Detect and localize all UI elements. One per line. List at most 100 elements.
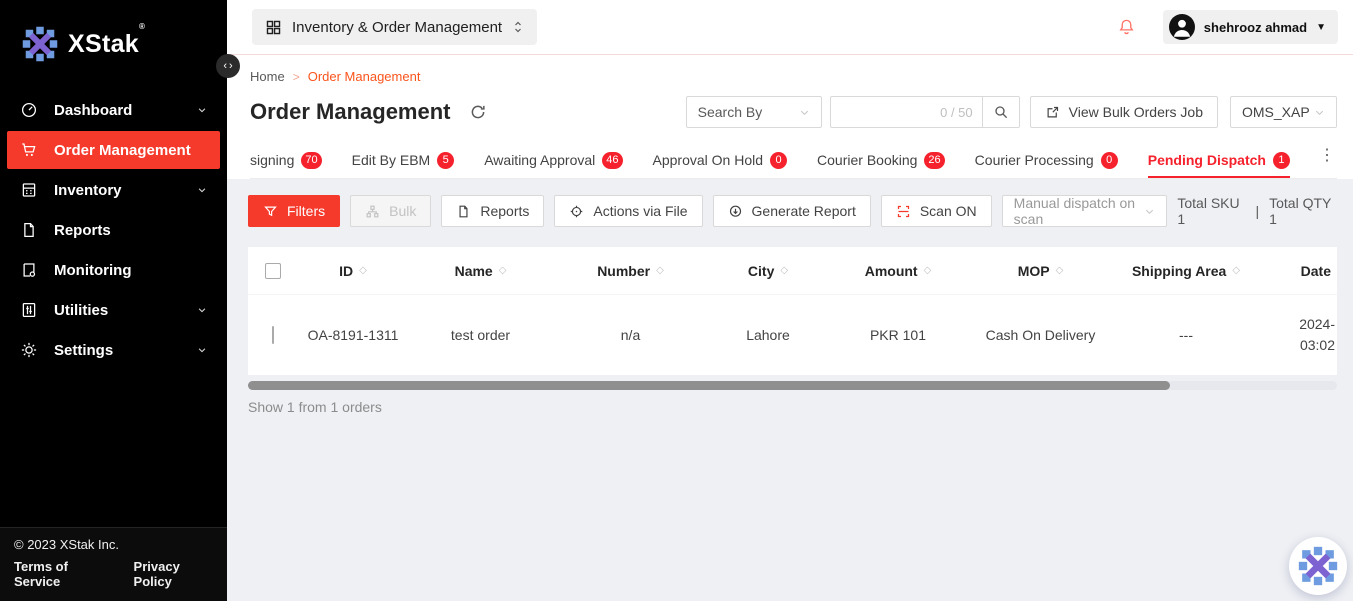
utilities-icon — [20, 301, 38, 319]
generate-report-button[interactable]: Generate Report — [713, 195, 871, 227]
tab-courier-booking[interactable]: Courier Booking 26 — [817, 142, 945, 178]
username: shehrooz ahmad — [1204, 20, 1307, 35]
column-header-amount[interactable]: Amount◇ — [828, 263, 968, 279]
cell-date: 2024- 03:02 — [1259, 314, 1337, 356]
column-header-date[interactable]: Date — [1259, 263, 1337, 279]
file-icon — [456, 204, 471, 219]
tab-awaiting-approval[interactable]: Awaiting Approval 46 — [484, 142, 622, 178]
privacy-policy-link[interactable]: Privacy Policy — [134, 559, 213, 589]
breadcrumb-home[interactable]: Home — [250, 69, 285, 84]
sidebar-menu: Dashboard Order Management Inventory Rep… — [0, 90, 227, 527]
sidebar-item-reports[interactable]: Reports — [0, 210, 227, 250]
column-header-mop[interactable]: MOP◇ — [968, 263, 1113, 279]
chevron-down-icon — [799, 107, 810, 118]
sidebar-item-label: Reports — [54, 222, 111, 239]
notification-bell-icon[interactable] — [1117, 18, 1136, 37]
cart-icon — [20, 141, 38, 159]
env-select[interactable]: OMS_XAP — [1230, 96, 1337, 128]
reports-label: Reports — [480, 203, 529, 219]
app-switcher[interactable]: Inventory & Order Management — [252, 9, 537, 45]
scrollbar-thumb[interactable] — [248, 381, 1170, 390]
totals-summary: Total SKU 1 | Total QTY 1 — [1177, 195, 1337, 227]
xstak-floating-button[interactable] — [1289, 537, 1347, 595]
person-icon — [1169, 14, 1195, 40]
column-header-name[interactable]: Name◇ — [408, 263, 553, 279]
filters-button[interactable]: Filters — [248, 195, 340, 227]
cell-number: n/a — [553, 327, 708, 343]
sidebar-item-order-management[interactable]: Order Management — [7, 131, 220, 169]
scan-on-button[interactable]: Scan ON — [881, 195, 992, 227]
cell-mop: Cash On Delivery — [968, 327, 1113, 343]
cell-name: test order — [408, 327, 553, 343]
tabs-scroll: signing 70 Edit By EBM 5 Awaiting Approv… — [250, 142, 1311, 178]
terms-of-service-link[interactable]: Terms of Service — [14, 559, 108, 589]
tab-courier-processing[interactable]: Courier Processing 0 — [975, 142, 1118, 178]
column-header-shipping-area[interactable]: Shipping Area◇ — [1113, 263, 1259, 279]
sort-icon[interactable]: ◇ — [1056, 265, 1064, 276]
tab-count-badge: 1 — [1273, 152, 1290, 169]
scan-on-label: Scan ON — [920, 203, 977, 219]
bulk-button[interactable]: Bulk — [350, 195, 431, 227]
search-by-value: Search By — [698, 104, 763, 120]
column-header-id[interactable]: ID◇ — [298, 263, 408, 279]
tab-count-badge: 0 — [770, 152, 787, 169]
table-row[interactable]: OA-8191-1311 test order n/a Lahore PKR 1… — [248, 295, 1337, 375]
user-menu[interactable]: shehrooz ahmad ▼ — [1163, 10, 1338, 44]
crosshair-icon — [569, 204, 584, 219]
refresh-icon[interactable] — [469, 103, 487, 121]
sidebar-item-label: Inventory — [54, 182, 122, 199]
sidebar-item-dashboard[interactable]: Dashboard — [0, 90, 227, 130]
view-bulk-orders-job-button[interactable]: View Bulk Orders Job — [1030, 96, 1218, 128]
sort-icon[interactable]: ◇ — [924, 265, 932, 276]
dispatch-mode-value: Manual dispatch on scan — [1014, 195, 1145, 227]
tabs-overflow-menu-icon[interactable]: ⋮ — [1311, 145, 1337, 175]
cell-id[interactable]: OA-8191-1311 — [298, 327, 408, 343]
tab-label: Courier Processing — [975, 152, 1094, 168]
search-input[interactable]: 0 / 50 — [830, 96, 982, 128]
registered-mark: ® — [139, 22, 145, 31]
date-line-2: 03:02 — [1259, 335, 1335, 356]
chevron-down-icon — [197, 102, 207, 119]
sidebar-item-label: Order Management — [54, 142, 191, 159]
content-body: Filters Bulk Reports Actions via File Ge… — [227, 179, 1353, 601]
totals-separator: | — [1255, 203, 1259, 219]
avatar — [1169, 14, 1195, 40]
tab-count-badge: 46 — [602, 152, 622, 169]
column-header-number[interactable]: Number◇ — [553, 263, 708, 279]
sidebar-item-settings[interactable]: Settings — [0, 330, 227, 370]
sort-icon[interactable]: ◇ — [1232, 265, 1240, 276]
dispatch-mode-select[interactable]: Manual dispatch on scan — [1002, 195, 1168, 227]
search-button[interactable] — [982, 96, 1020, 128]
column-header-city[interactable]: City◇ — [708, 263, 828, 279]
row-checkbox[interactable] — [272, 326, 274, 344]
tab-pending-dispatch[interactable]: Pending Dispatch 1 — [1148, 142, 1290, 178]
search-by-select[interactable]: Search By — [686, 96, 822, 128]
breadcrumb-current[interactable]: Order Management — [308, 69, 421, 84]
sidebar-item-utilities[interactable]: Utilities — [0, 290, 227, 330]
sidebar-item-monitoring[interactable]: Monitoring — [0, 250, 227, 290]
tab-count-badge: 5 — [437, 152, 454, 169]
tab-signing[interactable]: signing 70 — [250, 142, 322, 178]
chevron-down-icon — [197, 302, 207, 319]
horizontal-scrollbar[interactable] — [248, 381, 1337, 390]
sort-icon[interactable]: ◇ — [499, 265, 507, 276]
actions-via-file-button[interactable]: Actions via File — [554, 195, 702, 227]
sort-icon[interactable]: ◇ — [359, 265, 367, 276]
select-all-checkbox[interactable] — [265, 263, 281, 279]
status-tabs: signing 70 Edit By EBM 5 Awaiting Approv… — [250, 142, 1337, 179]
generate-report-label: Generate Report — [752, 203, 856, 219]
collapse-left-glyph: ‹ — [223, 60, 227, 72]
sidebar-collapse-toggle[interactable]: ‹ › — [216, 54, 240, 78]
tab-label: Approval On Hold — [653, 152, 764, 168]
tab-edit-by-ebm[interactable]: Edit By EBM 5 — [352, 142, 455, 178]
sort-icon[interactable]: ◇ — [780, 265, 788, 276]
sidebar-item-inventory[interactable]: Inventory — [0, 170, 227, 210]
gear-icon — [20, 341, 38, 359]
reports-button[interactable]: Reports — [441, 195, 544, 227]
toolbar: Filters Bulk Reports Actions via File Ge… — [248, 195, 1337, 227]
tab-approval-on-hold[interactable]: Approval On Hold 0 — [653, 142, 788, 178]
cell-city: Lahore — [708, 327, 828, 343]
sort-icon[interactable]: ◇ — [656, 265, 664, 276]
copyright: © 2023 XStak Inc. — [14, 537, 213, 552]
content-header: Home > Order Management Order Management… — [227, 55, 1353, 179]
